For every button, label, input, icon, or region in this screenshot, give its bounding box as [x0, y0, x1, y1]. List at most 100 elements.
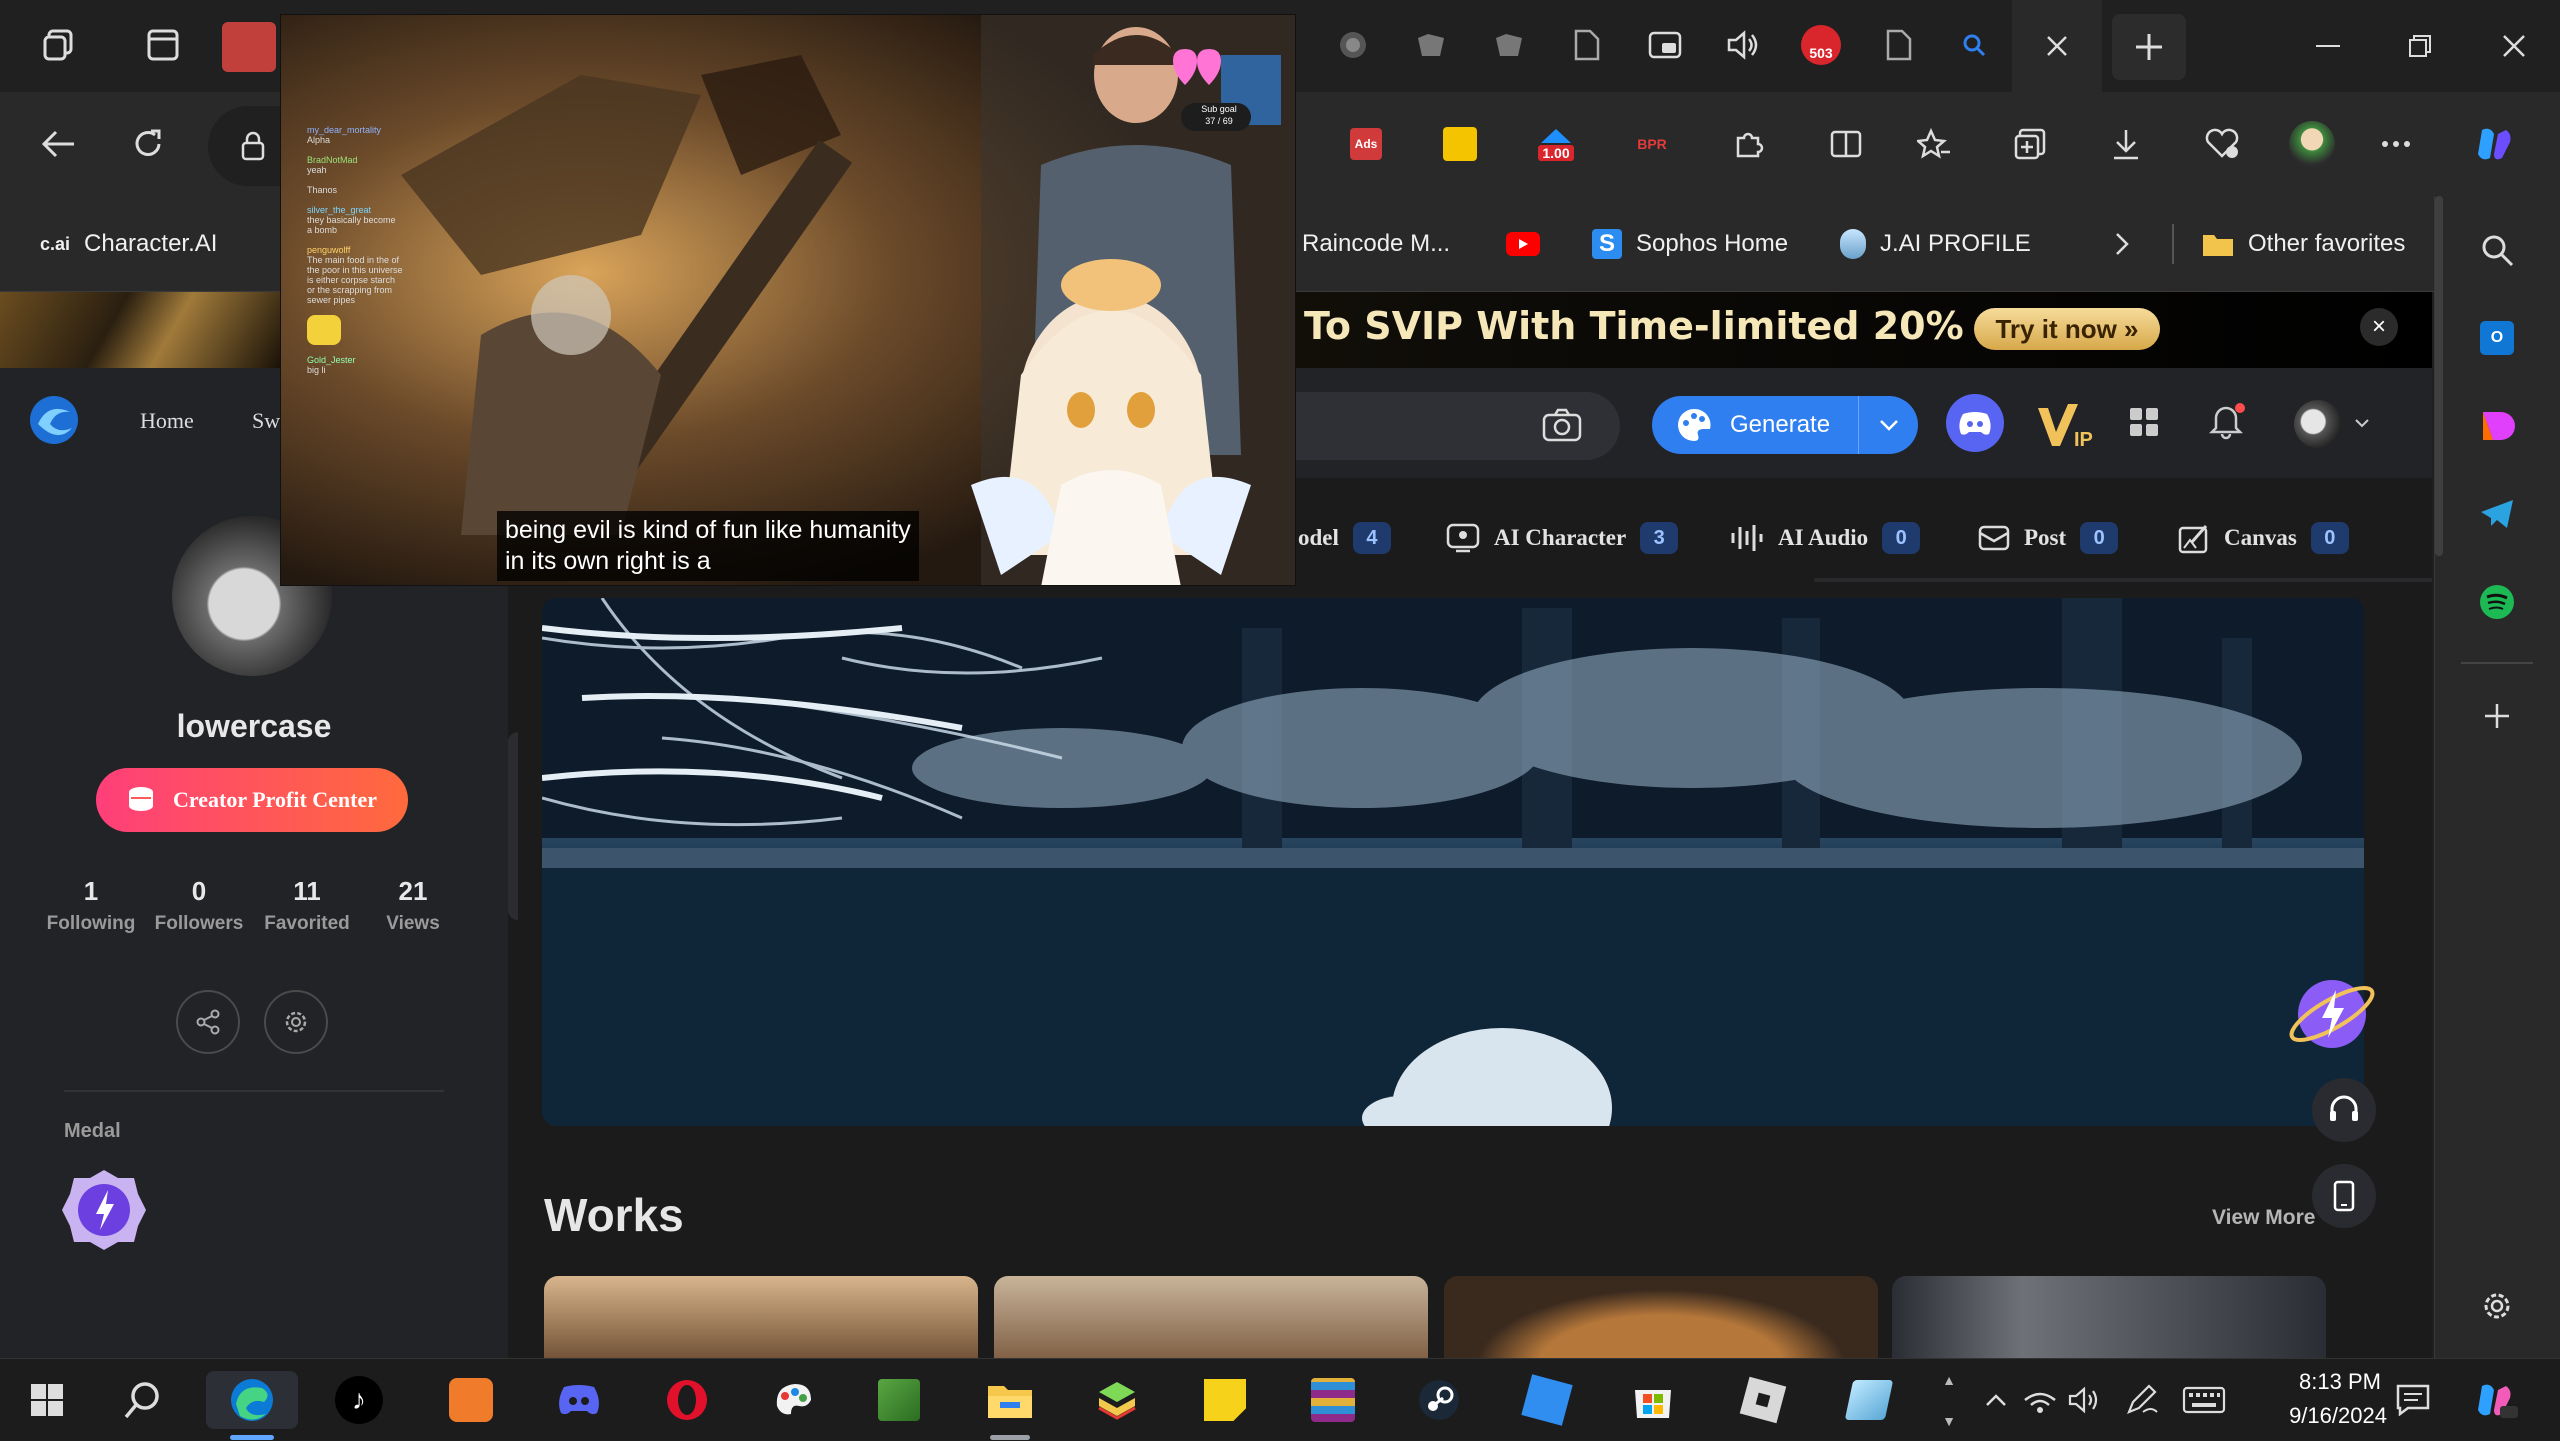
medal-badge-icon[interactable] [62, 1168, 146, 1252]
favorites-star-icon[interactable] [1902, 112, 1966, 176]
new-tab-button[interactable] [2112, 14, 2186, 80]
start-button[interactable] [18, 1371, 76, 1429]
image-search-camera-icon[interactable] [1542, 408, 1582, 442]
volume-icon[interactable] [2062, 1371, 2106, 1429]
ai-assistant-floating-icon[interactable] [2284, 966, 2380, 1062]
tab-ai-character[interactable]: AI Character 3 [1446, 522, 1679, 554]
copilot-taskbar-icon[interactable] [2464, 1371, 2526, 1429]
notification-bell-icon[interactable] [2208, 400, 2248, 440]
taskbar-discord-icon[interactable] [550, 1371, 608, 1429]
tab-model[interactable]: odel 4 [1298, 522, 1391, 554]
taskbar-tiktok-icon[interactable]: ♪ [330, 1371, 388, 1429]
active-tab-close-icon[interactable] [2012, 0, 2102, 92]
notifications-icon[interactable] [2384, 1371, 2442, 1429]
generate-button[interactable]: Generate [1652, 396, 1918, 454]
page-scrollbar[interactable] [2435, 196, 2443, 556]
taskbar-minecraft-app-icon[interactable] [870, 1371, 928, 1429]
pen-icon[interactable] [2118, 1371, 2166, 1429]
tab-badge-icon[interactable]: 503 [1788, 12, 1854, 78]
favorite-character-ai[interactable]: c.ai Character.AI [40, 216, 217, 272]
taskbar-microsoft-store-icon[interactable] [1624, 1371, 1682, 1429]
sidebar-settings-gear-icon[interactable] [2469, 1278, 2525, 1334]
user-avatar[interactable] [2294, 400, 2342, 448]
taskbar-steam-icon[interactable] [1410, 1371, 1468, 1429]
apps-grid-icon[interactable] [2128, 406, 2160, 438]
stat-favorited[interactable]: 11 Favorited [252, 876, 362, 935]
creator-profit-center-button[interactable]: Creator Profit Center [96, 768, 408, 832]
split-screen-icon[interactable] [1814, 112, 1878, 176]
tab-favicon-icon[interactable] [1398, 12, 1464, 78]
favorite-other-favorites[interactable]: Other favorites [2202, 216, 2405, 272]
support-headset-button[interactable] [2312, 1078, 2376, 1142]
taskbar-opera-icon[interactable] [658, 1371, 716, 1429]
view-more-link[interactable]: View More [2212, 1206, 2315, 1230]
taskbar-edge-icon[interactable] [206, 1371, 298, 1429]
taskbar-app-icon[interactable] [1840, 1371, 1898, 1429]
taskbar-file-explorer-icon[interactable] [978, 1371, 1042, 1429]
tab-canvas[interactable]: Canvas 0 [2178, 522, 2349, 554]
speaker-icon[interactable] [1710, 12, 1776, 78]
discord-icon[interactable] [1946, 394, 2004, 452]
taskbar-sticky-notes-icon[interactable] [1196, 1371, 1254, 1429]
taskbar-winrar-icon[interactable] [1304, 1371, 1362, 1429]
outlook-icon[interactable]: O [2469, 310, 2525, 366]
back-button[interactable] [26, 112, 90, 176]
taskbar-roblox-icon[interactable] [1734, 1371, 1792, 1429]
work-card[interactable] [994, 1276, 1428, 1358]
work-card[interactable] [1444, 1276, 1878, 1358]
close-window-button[interactable] [2484, 20, 2544, 72]
work-card[interactable] [544, 1276, 978, 1358]
picture-in-picture-icon[interactable] [1632, 12, 1698, 78]
nav-partial-link[interactable]: Sw [252, 408, 280, 434]
sidebar-search-icon[interactable] [2469, 222, 2525, 278]
taskbar-roblox-studio-icon[interactable] [1518, 1371, 1576, 1429]
show-hidden-icons-chevron-icon[interactable] [1976, 1371, 2016, 1429]
nav-home-link[interactable]: Home [140, 408, 194, 434]
touch-keyboard-icon[interactable] [2176, 1371, 2232, 1429]
document-icon[interactable] [1554, 12, 1620, 78]
sidebar-add-icon[interactable] [2469, 688, 2525, 744]
share-button[interactable] [176, 990, 240, 1054]
stat-followers[interactable]: 0 Followers [144, 876, 254, 935]
site-logo-icon[interactable] [28, 394, 80, 446]
browser-essentials-icon[interactable] [2190, 112, 2254, 176]
telegram-icon[interactable] [2469, 486, 2525, 542]
favorite-raincode[interactable]: Raincode M... [1302, 216, 1450, 272]
tab-favicon-icon[interactable] [1320, 12, 1386, 78]
collections-icon[interactable] [1998, 112, 2062, 176]
taskbar-bluestacks-icon[interactable] [1088, 1371, 1146, 1429]
favorite-jai-profile[interactable]: J.AI PROFILE [1840, 216, 2031, 272]
taskbar-overflow-scroll[interactable]: ▲ ▼ [1934, 1359, 1964, 1441]
extension-yellow-icon[interactable] [1428, 112, 1492, 176]
work-card[interactable] [1892, 1276, 2326, 1358]
search-input[interactable] [1240, 392, 1620, 460]
favorites-more-chevron-icon[interactable] [2114, 216, 2130, 272]
restore-button[interactable] [2390, 20, 2450, 72]
tab-ai-audio[interactable]: AI Audio 0 [1730, 522, 1921, 554]
tab-actions-icon[interactable] [130, 12, 196, 78]
taskbar-search-icon[interactable] [114, 1371, 172, 1429]
refresh-button[interactable] [116, 112, 180, 176]
more-options-icon[interactable] [2364, 112, 2428, 176]
pinned-tab-icon[interactable] [222, 22, 276, 72]
ad-extension-icon[interactable]: Ads [1334, 112, 1398, 176]
document-icon[interactable] [1866, 12, 1932, 78]
stat-following[interactable]: 1 Following [36, 876, 146, 935]
tab-post[interactable]: Post 0 [1978, 522, 2119, 554]
settings-button[interactable] [264, 990, 328, 1054]
extension-speed-icon[interactable]: 1.00 [1524, 112, 1588, 176]
picture-in-picture-video[interactable]: Sub goal 37 / 69 my_dear_mortality Alpha … [280, 14, 1296, 586]
copilot-icon[interactable] [2462, 112, 2526, 176]
user-menu-chevron-icon[interactable] [2354, 418, 2370, 428]
extensions-puzzle-icon[interactable] [1716, 112, 1780, 176]
download-icon[interactable] [2094, 112, 2158, 176]
tab-favicon-icon[interactable] [1476, 12, 1542, 78]
vip-icon[interactable]: IP [2034, 398, 2094, 452]
taskbar-orange-app-icon[interactable] [442, 1371, 500, 1429]
taskbar-paint-icon[interactable] [764, 1371, 822, 1429]
workspaces-icon[interactable] [26, 12, 92, 78]
extension-bpr-icon[interactable]: BPR [1620, 112, 1684, 176]
tab-search-icon[interactable] [1940, 12, 2008, 78]
promo-try-button[interactable]: Try it now » [1974, 308, 2160, 350]
favorite-sophos-home[interactable]: S Sophos Home [1592, 216, 1788, 272]
